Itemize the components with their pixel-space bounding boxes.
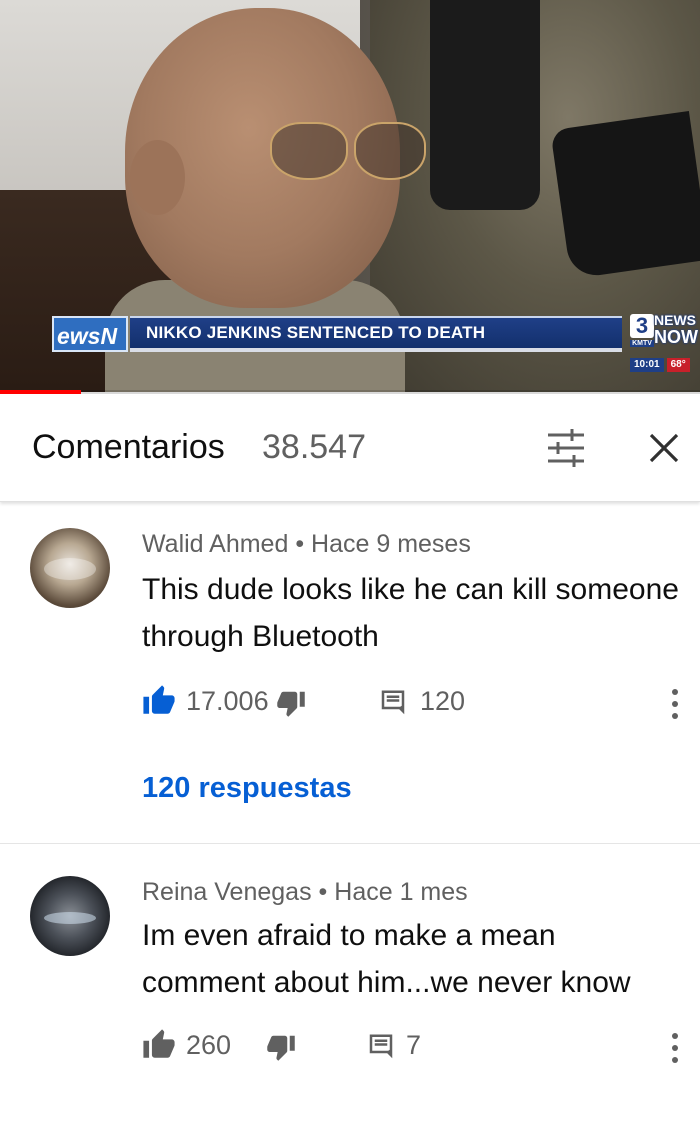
reply-icon[interactable] bbox=[366, 1032, 396, 1062]
more-options-icon[interactable] bbox=[660, 684, 690, 724]
dislike-icon[interactable] bbox=[266, 1032, 300, 1066]
comment-author[interactable]: Reina Venegas bbox=[142, 878, 312, 906]
comment-time: Hace 9 meses bbox=[311, 530, 471, 558]
lower-third-info: 10:01 68° bbox=[630, 358, 690, 372]
broadcast-temperature: 68° bbox=[666, 358, 690, 372]
view-replies-link[interactable]: 120 respuestas bbox=[142, 772, 352, 805]
comment-item: Walid Ahmed • Hace 9 meses This dude loo… bbox=[0, 504, 700, 844]
like-icon[interactable] bbox=[142, 1028, 176, 1062]
lower-third-bar: NIKKO JENKINS SENTENCED TO DEATH bbox=[130, 316, 622, 352]
meta-separator: • bbox=[295, 530, 305, 558]
reply-icon[interactable] bbox=[378, 688, 408, 718]
more-options-icon[interactable] bbox=[660, 1028, 690, 1068]
station-call-sign: KMTV bbox=[630, 340, 654, 347]
station-number: 3 bbox=[630, 314, 654, 338]
video-player[interactable]: ewsN NIKKO JENKINS SENTENCED TO DEATH 3 … bbox=[0, 0, 700, 392]
station-news-word: NEWS bbox=[654, 312, 696, 328]
video-holster bbox=[550, 110, 700, 280]
sort-filter-icon[interactable] bbox=[544, 426, 588, 470]
station-now-word: NOW bbox=[654, 327, 698, 347]
comment-actions: 17.006 120 bbox=[142, 684, 690, 724]
comment-meta: Walid Ahmed • Hace 9 meses bbox=[142, 530, 471, 559]
comment-actions: 260 7 bbox=[142, 1028, 690, 1068]
comment-meta: Reina Venegas • Hace 1 mes bbox=[142, 878, 468, 907]
dislike-icon[interactable] bbox=[276, 688, 310, 722]
broadcast-clock: 10:01 bbox=[630, 358, 664, 372]
news-lower-third: ewsN NIKKO JENKINS SENTENCED TO DEATH 3 … bbox=[52, 312, 698, 374]
comment-text: This dude looks like he can kill someone… bbox=[142, 573, 679, 653]
comment-text: Im even afraid to make a mean comment ab… bbox=[142, 919, 631, 999]
video-progress-bar[interactable] bbox=[0, 390, 700, 394]
like-count: 260 bbox=[186, 1030, 232, 1060]
video-progress-fill bbox=[0, 390, 81, 394]
video-officer-strap bbox=[430, 0, 540, 210]
comment-time: Hace 1 mes bbox=[334, 878, 468, 906]
comments-header: Comentarios 38.547 bbox=[0, 396, 700, 502]
station-logo: 3 KMTV NEWS NOW bbox=[630, 312, 698, 354]
close-icon[interactable] bbox=[642, 426, 686, 470]
lower-third-tag: ewsN bbox=[52, 316, 128, 352]
video-subject-sunglasses bbox=[270, 122, 430, 182]
avatar[interactable] bbox=[30, 876, 110, 956]
like-icon[interactable] bbox=[142, 684, 176, 718]
comment-item: Reina Venegas • Hace 1 mes Im even afrai… bbox=[0, 846, 700, 1118]
video-subject-ear bbox=[130, 140, 185, 215]
like-count: 17.006 bbox=[186, 686, 269, 716]
reply-count: 120 bbox=[420, 686, 466, 716]
reply-count: 7 bbox=[406, 1030, 422, 1060]
avatar[interactable] bbox=[30, 528, 110, 608]
comments-title: Comentarios bbox=[32, 428, 225, 466]
news-headline: NIKKO JENKINS SENTENCED TO DEATH bbox=[146, 323, 486, 342]
comment-author[interactable]: Walid Ahmed bbox=[142, 530, 288, 558]
comments-count: 38.547 bbox=[262, 428, 366, 466]
meta-separator: • bbox=[318, 878, 328, 906]
